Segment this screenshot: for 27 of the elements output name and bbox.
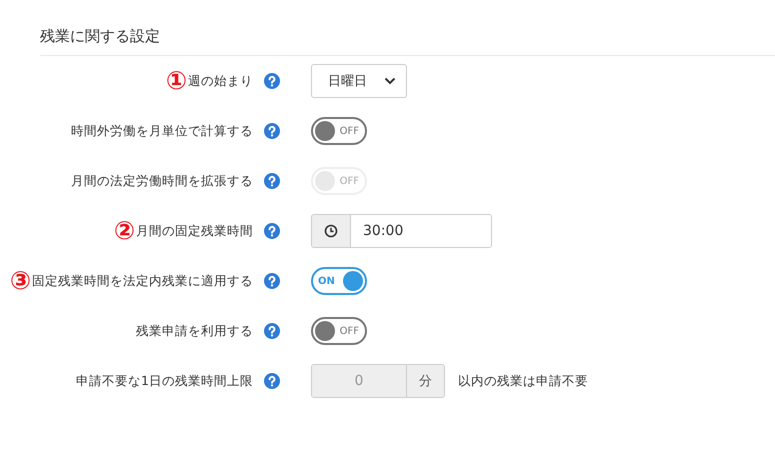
unit-label: 分	[407, 365, 444, 397]
chevron-icon	[384, 77, 396, 85]
week-start-dropdown[interactable]: 日曜日	[311, 64, 407, 98]
help-icon[interactable]	[264, 223, 280, 239]
setting-label: 残業申請を利用する	[136, 322, 253, 340]
annotation-number: ③	[10, 267, 31, 295]
annotation-number: ①	[166, 67, 187, 95]
setting-label: 固定残業時間を法定内残業に適用する	[32, 272, 253, 290]
help-icon[interactable]	[264, 273, 280, 289]
section-title: 残業に関する設定	[40, 26, 160, 47]
help-icon[interactable]	[264, 173, 280, 189]
toggle-switch[interactable]: OFF	[311, 117, 367, 145]
setting-label: 時間外労働を月単位で計算する	[71, 122, 253, 140]
help-icon[interactable]	[264, 323, 280, 339]
suffix-text: 以内の残業は申請不要	[458, 372, 588, 390]
clock-icon	[324, 224, 338, 238]
time-input-field[interactable]: 30:00	[311, 214, 492, 248]
toggle-switch[interactable]: OFF	[311, 317, 367, 345]
setting-label: 申請不要な1日の残業時間上限	[76, 372, 253, 390]
help-icon[interactable]	[264, 373, 280, 389]
setting-label: 週の始まり	[188, 72, 253, 90]
setting-label: 月間の法定労働時間を拡張する	[71, 172, 253, 190]
setting-label: 月間の固定残業時間	[136, 222, 253, 240]
toggle-switch[interactable]: ON	[311, 267, 367, 295]
annotation-number: ②	[114, 217, 135, 245]
help-icon[interactable]	[264, 73, 280, 89]
help-icon[interactable]	[264, 123, 280, 139]
